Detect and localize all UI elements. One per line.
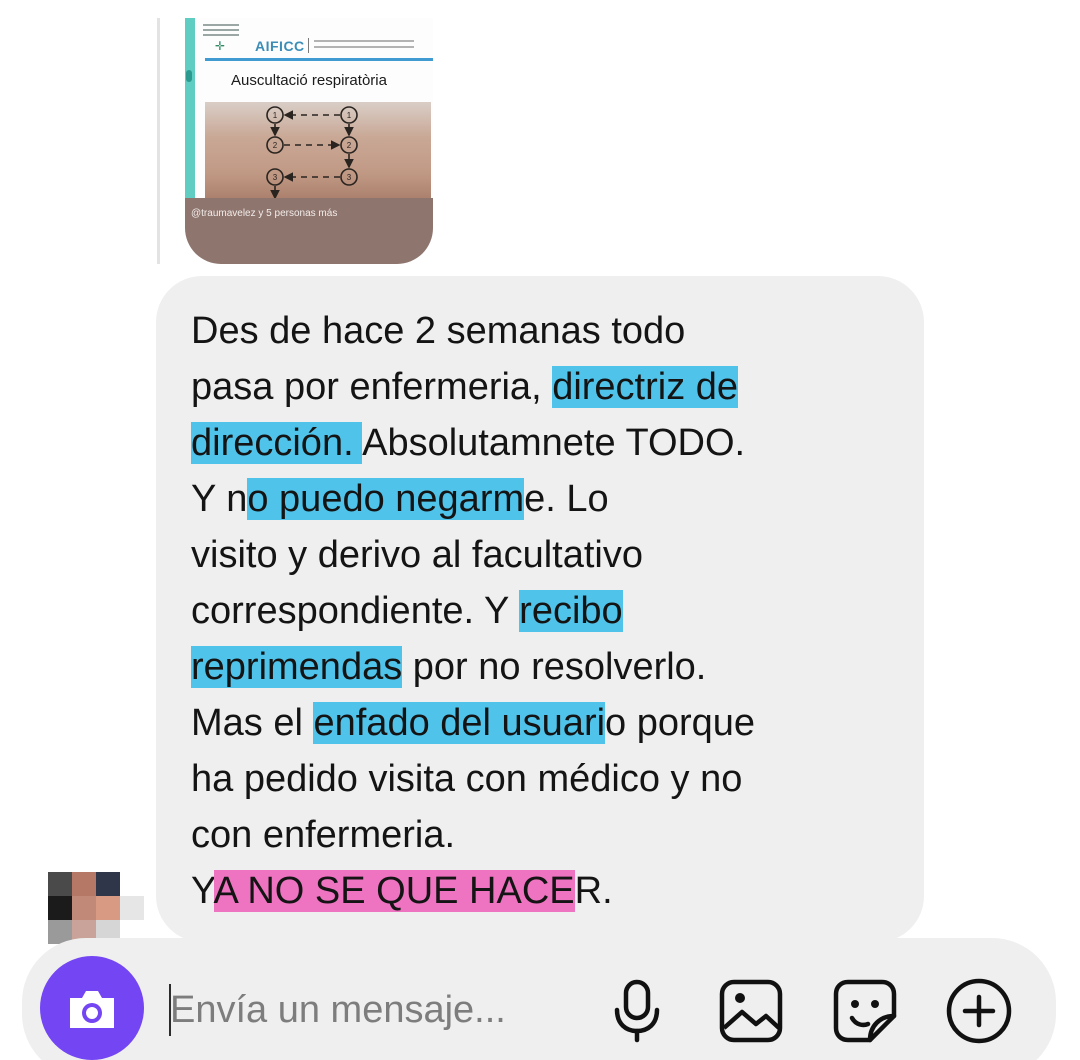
highlighted-text-blue: directriz de	[552, 366, 739, 408]
highlighted-text-blue: reprimendas	[191, 646, 403, 688]
post-mentions[interactable]: @traumavelez y 5 personas más	[191, 208, 337, 220]
point-label: 1	[347, 111, 352, 120]
add-button[interactable]	[944, 976, 1014, 1046]
message-line: YA NO SE QUE HACER.	[191, 869, 613, 913]
message-line: dirección. Absolutamnete TODO.	[191, 421, 745, 465]
point-label: 2	[347, 141, 352, 150]
highlighted-text-blue: o puedo negarm	[247, 478, 525, 520]
message-text-segment: Y	[191, 870, 214, 912]
brand-logo: AIFICC	[255, 38, 305, 54]
highlighted-text-blue: dirección.	[191, 422, 363, 464]
slide-title: Auscultació respiratòria	[231, 72, 387, 89]
auscultation-diagram: 1 1 2 2 3 3	[266, 106, 358, 200]
avatar-pixel	[96, 872, 120, 896]
cross-icon: ✛	[215, 39, 226, 53]
add-icon	[946, 978, 1012, 1044]
avatar-pixel	[48, 896, 72, 920]
avatar-pixel	[72, 872, 96, 896]
avatar-pixel	[120, 896, 144, 920]
highlighted-text-blue: enfado del usuari	[313, 702, 606, 744]
back-auscultation-photo: 1 1 2 2 3 3	[205, 102, 431, 202]
message-line: con enfermeria.	[191, 813, 455, 857]
message-line: Mas el enfado del usuario porque	[191, 701, 755, 745]
message-text-segment: pasa por enfermeria,	[191, 366, 553, 408]
point-label: 1	[273, 111, 278, 120]
avatar-pixel	[96, 896, 120, 920]
message-line: Y no puedo negarme. Lo	[191, 477, 609, 521]
shared-post-divider	[157, 18, 160, 264]
message-text-segment: ha pedido visita con médico y no	[191, 758, 743, 800]
sender-avatar[interactable]	[48, 872, 144, 944]
highlighted-text-blue: recibo	[519, 590, 623, 632]
message-line: Des de hace 2 semanas todo	[191, 309, 685, 353]
microphone-button[interactable]	[602, 976, 672, 1046]
direct-message-thread: ✛ AIFICC Auscultació respiratòria 1 1 2 …	[0, 0, 1080, 1060]
camera-button[interactable]	[40, 956, 144, 1060]
gallery-icon	[719, 979, 783, 1043]
message-text-segment: Absolutamnete TODO.	[362, 422, 746, 464]
highlighted-text-pink: A NO SE QUE HACE	[213, 870, 575, 912]
brand-separator	[308, 38, 309, 53]
message-line: pasa por enfermeria, directriz de	[191, 365, 739, 409]
message-text-segment: visito y derivo al facultativo	[191, 534, 643, 576]
message-text-segment: R.	[574, 870, 613, 912]
point-label: 3	[347, 173, 352, 182]
gallery-button[interactable]	[716, 976, 786, 1046]
point-label: 3	[273, 173, 278, 182]
message-text-segment: Mas el	[191, 702, 314, 744]
post-slide: ✛ AIFICC Auscultació respiratòria 1 1 2 …	[185, 18, 433, 264]
message-text-segment: Des de hace 2 semanas todo	[191, 310, 686, 352]
avatar-pixel	[48, 872, 72, 896]
message-input[interactable]	[168, 980, 590, 1040]
slide-side-bar	[185, 18, 195, 218]
camera-icon	[70, 991, 114, 1028]
message-line: ha pedido visita con médico y no	[191, 757, 742, 801]
message-line: reprimendas por no resolverlo.	[191, 645, 706, 689]
microphone-icon	[614, 979, 660, 1043]
message-text-segment: o porque	[605, 702, 756, 744]
message-text-segment: correspondiente. Y	[191, 590, 520, 632]
shared-post-preview[interactable]: ✛ AIFICC Auscultació respiratòria 1 1 2 …	[185, 18, 433, 264]
point-label: 2	[273, 141, 278, 150]
message-text-segment: con enfermeria.	[191, 814, 456, 856]
message-text-segment: e. Lo	[524, 478, 609, 520]
avatar-pixel	[72, 896, 96, 920]
brand-subtitle	[314, 40, 414, 52]
sticker-icon	[833, 979, 897, 1043]
slide-header-rule	[205, 58, 433, 61]
sticker-button[interactable]	[830, 976, 900, 1046]
message-text-segment: por no resolverlo.	[402, 646, 707, 688]
message-line: visito y derivo al facultativo	[191, 533, 643, 577]
message-line: correspondiente. Y recibo	[191, 589, 623, 633]
text-cursor	[169, 984, 171, 1036]
message-text-segment: Y n	[191, 478, 248, 520]
